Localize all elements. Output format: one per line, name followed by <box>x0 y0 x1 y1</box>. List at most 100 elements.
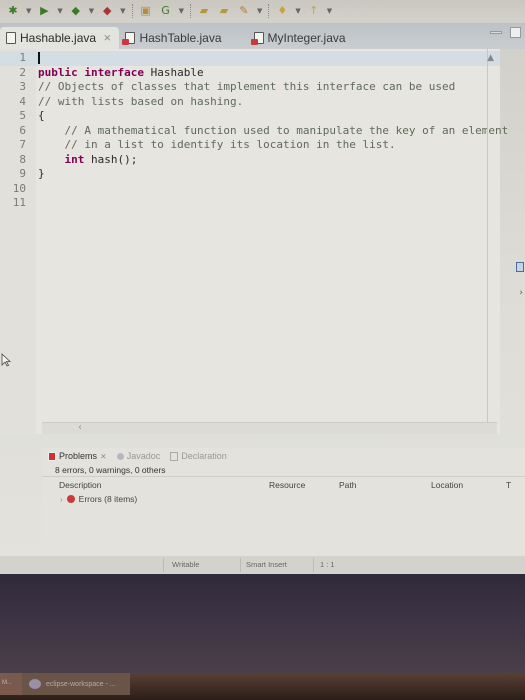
debug-icon[interactable]: ✱ <box>6 4 20 18</box>
new-java-package-icon[interactable]: ▣ <box>139 4 153 18</box>
line-number: 4 <box>19 94 26 108</box>
code-line: 7 // in a list to identify its location … <box>0 138 500 153</box>
line-text: // with lists based on hashing. <box>38 94 244 108</box>
desktop-background <box>0 574 525 674</box>
problems-summary: 8 errors, 0 warnings, 0 others <box>55 465 166 475</box>
tab-label: Declaration <box>181 451 227 461</box>
column-resource[interactable]: Resource <box>269 480 339 490</box>
status-divider <box>313 558 314 572</box>
line-number: 10 <box>12 181 26 195</box>
column-type[interactable]: T <box>506 480 516 490</box>
code-line: 11 <box>0 196 500 211</box>
line-text: // in a list to identify its location in… <box>38 138 396 151</box>
maximize-icon[interactable] <box>510 27 521 38</box>
chevron-right-icon[interactable]: › <box>519 288 523 298</box>
problems-table-header: Description Resource Path Location T <box>42 476 525 492</box>
run-dropdown[interactable]: ▼ <box>57 7 62 15</box>
status-insert-mode: Smart Insert <box>246 560 287 569</box>
search-dropdown[interactable]: ▼ <box>257 7 262 15</box>
tab-hashable-java[interactable]: Hashable.java ⨯ <box>0 27 120 49</box>
mouse-pointer-icon <box>1 353 11 367</box>
code-editor[interactable]: 1 2 public interface Hashable 3 // Objec… <box>0 49 508 434</box>
window-controls <box>490 27 521 38</box>
taskbar-eclipse-button[interactable]: eclipse-workspace - ... <box>22 673 130 695</box>
code-area[interactable]: 1 2 public interface Hashable 3 // Objec… <box>0 49 508 211</box>
annotation-icon[interactable]: ♦ <box>275 4 289 18</box>
navigate-icon[interactable]: ↑ <box>307 4 321 18</box>
problems-icon <box>48 451 56 461</box>
search-icon[interactable]: ✎ <box>237 4 251 18</box>
line-text <box>30 51 40 66</box>
errors-tree-row[interactable]: › Errors (8 items) <box>42 492 525 506</box>
forward-icon[interactable]: ▷ <box>358 4 372 18</box>
new-class-dropdown[interactable]: ▼ <box>179 7 184 15</box>
close-tab-icon[interactable]: ⨯ <box>100 452 107 461</box>
tab-label: Javadoc <box>126 451 161 461</box>
run-config-dropdown[interactable]: ▼ <box>89 7 94 15</box>
open-type-icon[interactable]: ▰ <box>197 4 211 18</box>
code-line: 9 } <box>0 167 500 182</box>
run-icon[interactable]: ▶ <box>37 4 51 18</box>
run-config-icon[interactable]: ◆ <box>69 4 83 18</box>
line-number: 8 <box>19 152 26 166</box>
taskbar-item[interactable]: M... <box>0 673 22 695</box>
external-tools-icon[interactable]: ◆ <box>100 4 114 18</box>
java-file-error-icon <box>122 32 136 45</box>
code-line: 10 <box>0 182 500 197</box>
tab-label: MyInteger.java <box>267 31 346 45</box>
status-bar: Writable Smart Insert 1 : 1 <box>0 556 525 574</box>
text-caret <box>38 52 40 64</box>
status-writable: Writable <box>172 560 200 569</box>
scroll-up-icon[interactable]: ▲ <box>487 53 494 63</box>
java-file-icon <box>6 32 16 44</box>
navigate-dropdown[interactable]: ▼ <box>327 7 332 15</box>
tab-javadoc[interactable]: Javadoc <box>116 451 161 461</box>
toolbar-separator <box>268 4 270 18</box>
screen: ✱ ▼ ▶ ▼ ◆ ▼ ◆ ▼ ▣ G ▼ ▰ ▰ ✎ ▼ ♦ ▼ ↑ ▼ ◁ ▷ Hashab… <box>0 0 525 700</box>
line-number: 1 <box>19 51 26 64</box>
toolbar-separator <box>189 4 191 18</box>
tab-label: Problems <box>59 451 98 461</box>
column-path[interactable]: Path <box>339 480 431 490</box>
line-number: 2 <box>19 65 26 79</box>
open-task-icon[interactable]: ▰ <box>217 4 231 18</box>
tab-hashtable-java[interactable]: HashTable.java <box>119 27 229 49</box>
declaration-icon <box>170 451 179 461</box>
column-location[interactable]: Location <box>431 480 506 490</box>
external-tools-dropdown[interactable]: ▼ <box>120 7 125 15</box>
vertical-scrollbar[interactable] <box>487 49 488 434</box>
line-text <box>30 196 38 211</box>
new-class-icon[interactable]: G <box>159 4 173 18</box>
code-line: 2 public interface Hashable <box>0 66 500 81</box>
panel-tab-bar: Problems ⨯ Javadoc Declaration <box>42 448 525 464</box>
code-line: 5 { <box>0 109 500 124</box>
restore-view-icon[interactable] <box>516 262 524 272</box>
line-number: 7 <box>19 138 26 151</box>
expand-chevron-icon[interactable]: › <box>60 495 63 504</box>
tab-declaration[interactable]: Declaration <box>170 451 227 461</box>
line-number: 5 <box>19 109 26 122</box>
debug-dropdown[interactable]: ▼ <box>26 7 31 15</box>
line-text: { <box>38 109 45 122</box>
errors-group-label: Errors (8 items) <box>78 494 138 504</box>
column-description[interactable]: Description <box>42 480 269 490</box>
tab-myinteger-java[interactable]: MyInteger.java <box>248 27 354 49</box>
line-text: public interface Hashable <box>38 65 204 79</box>
editor-tab-bar: Hashable.java ⨯ HashTable.java MyInteger… <box>0 23 525 49</box>
close-tab-icon[interactable]: ⨯ <box>103 33 111 44</box>
line-number: 3 <box>19 80 26 93</box>
horizontal-scrollbar[interactable]: ‹ <box>42 422 497 434</box>
scroll-left-icon[interactable]: ‹ <box>78 422 82 433</box>
code-line: 4 // with lists based on hashing. <box>0 95 500 110</box>
javadoc-icon <box>116 452 124 460</box>
back-icon[interactable]: ◁ <box>338 4 352 18</box>
annotation-dropdown[interactable]: ▼ <box>295 7 300 15</box>
status-cursor-position: 1 : 1 <box>320 560 335 569</box>
taskbar: M... eclipse-workspace - ... <box>0 673 525 700</box>
tab-problems[interactable]: Problems ⨯ <box>48 451 107 461</box>
toolbar-separator <box>131 4 133 18</box>
main-toolbar: ✱ ▼ ▶ ▼ ◆ ▼ ◆ ▼ ▣ G ▼ ▰ ▰ ✎ ▼ ♦ ▼ ↑ ▼ ◁ ▷ <box>0 0 525 22</box>
minimize-icon[interactable] <box>490 31 502 34</box>
java-file-error-icon <box>250 32 264 45</box>
line-text <box>30 182 38 197</box>
